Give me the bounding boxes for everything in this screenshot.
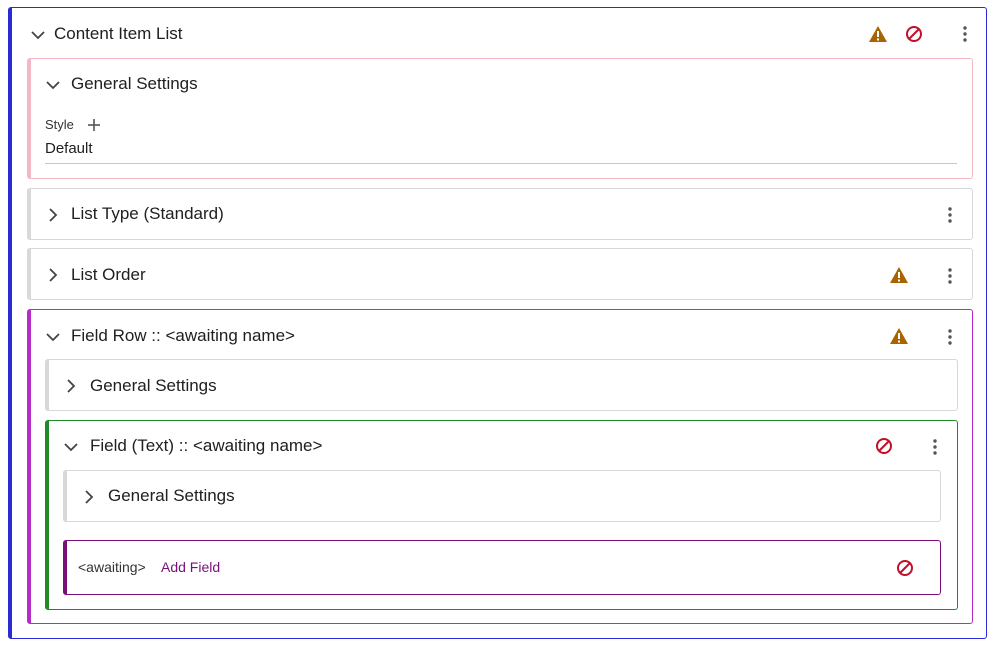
warning-icon bbox=[868, 24, 888, 44]
chevron-right-icon[interactable] bbox=[62, 377, 80, 395]
style-label: Style bbox=[45, 117, 74, 132]
more-vert-icon[interactable] bbox=[961, 25, 969, 43]
chevron-right-icon[interactable] bbox=[44, 206, 62, 224]
chevron-down-icon[interactable] bbox=[29, 26, 47, 44]
general-settings-title: General Settings bbox=[71, 74, 198, 93]
field-text-panel: Field (Text) :: <awaiting name> General … bbox=[45, 420, 958, 610]
content-item-list-panel: Content Item List General Settings Style… bbox=[8, 7, 987, 639]
chevron-down-icon[interactable] bbox=[62, 438, 80, 456]
chevron-right-icon[interactable] bbox=[44, 266, 62, 284]
field-text-general-settings-panel: General Settings bbox=[63, 470, 941, 522]
more-vert-icon[interactable] bbox=[946, 328, 954, 346]
style-select[interactable]: Default bbox=[45, 140, 957, 164]
add-field-row: <awaiting> Add Field bbox=[63, 540, 941, 595]
plus-icon[interactable] bbox=[86, 117, 102, 133]
warning-icon bbox=[889, 265, 909, 285]
field-row-general-settings-title: General Settings bbox=[90, 376, 217, 395]
chevron-down-icon[interactable] bbox=[44, 76, 62, 94]
field-row-title: Field Row :: <awaiting name> bbox=[71, 326, 295, 345]
blocked-icon bbox=[895, 558, 915, 578]
chevron-right-icon[interactable] bbox=[80, 488, 98, 506]
content-item-list-title: Content Item List bbox=[54, 24, 183, 43]
field-text-title: Field (Text) :: <awaiting name> bbox=[90, 436, 323, 455]
awaiting-placeholder: <awaiting> bbox=[78, 559, 146, 575]
list-order-panel: List Order bbox=[27, 248, 973, 300]
more-vert-icon[interactable] bbox=[946, 206, 954, 224]
field-row-panel: Field Row :: <awaiting name> General Set… bbox=[27, 309, 973, 624]
field-row-general-settings-panel: General Settings bbox=[45, 359, 958, 411]
field-text-general-settings-title: General Settings bbox=[108, 486, 235, 505]
blocked-icon bbox=[904, 24, 924, 44]
add-field-link[interactable]: Add Field bbox=[161, 559, 220, 575]
list-type-title: List Type (Standard) bbox=[71, 204, 224, 223]
warning-icon bbox=[889, 326, 909, 346]
list-order-title: List Order bbox=[71, 265, 146, 284]
list-type-panel: List Type (Standard) bbox=[27, 188, 973, 240]
blocked-icon bbox=[874, 436, 894, 456]
general-settings-panel: General Settings Style Default bbox=[27, 58, 973, 179]
chevron-down-icon[interactable] bbox=[44, 328, 62, 346]
more-vert-icon[interactable] bbox=[931, 438, 939, 456]
more-vert-icon[interactable] bbox=[946, 267, 954, 285]
